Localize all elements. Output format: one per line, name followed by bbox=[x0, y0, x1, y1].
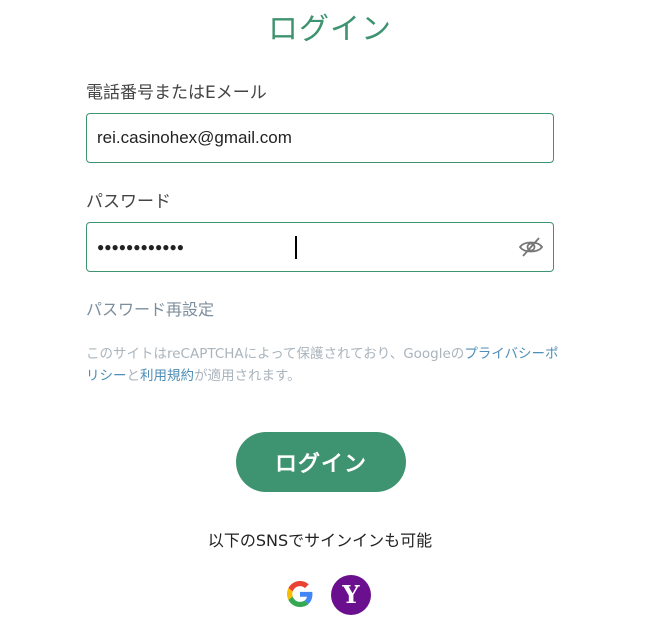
eye-off-icon[interactable] bbox=[518, 236, 544, 258]
email-field-box[interactable] bbox=[86, 113, 554, 163]
terms-link[interactable]: 利用規約 bbox=[140, 368, 194, 384]
yahoo-icon[interactable]: Y bbox=[331, 575, 371, 615]
sns-icons: Y bbox=[287, 575, 377, 615]
password-reset-link[interactable]: パスワード再設定 bbox=[86, 296, 214, 320]
google-icon[interactable] bbox=[287, 581, 313, 607]
page-title: ログイン bbox=[268, 12, 392, 47]
notice-text-after: が適用されます。 bbox=[194, 368, 301, 384]
notice-text-and: と bbox=[126, 368, 141, 384]
text-caret bbox=[295, 236, 297, 259]
password-field[interactable] bbox=[97, 223, 517, 271]
login-page: ログイン 電話番号またはEメール パスワード パスワード再設定 このサイトはre… bbox=[0, 0, 660, 618]
email-field[interactable] bbox=[97, 114, 517, 162]
login-button[interactable]: ログイン bbox=[236, 432, 406, 492]
email-label: 電話番号またはEメール bbox=[86, 83, 267, 103]
password-label: パスワード bbox=[86, 192, 171, 212]
recaptcha-notice: このサイトはreCAPTCHAによって保護されており、Googleのプライバシー… bbox=[86, 343, 566, 387]
notice-text-before: このサイトはreCAPTCHAによって保護されており、Googleの bbox=[86, 346, 465, 362]
password-field-box[interactable] bbox=[86, 222, 554, 272]
sns-prompt: 以下のSNSでサインインも可能 bbox=[207, 531, 433, 550]
